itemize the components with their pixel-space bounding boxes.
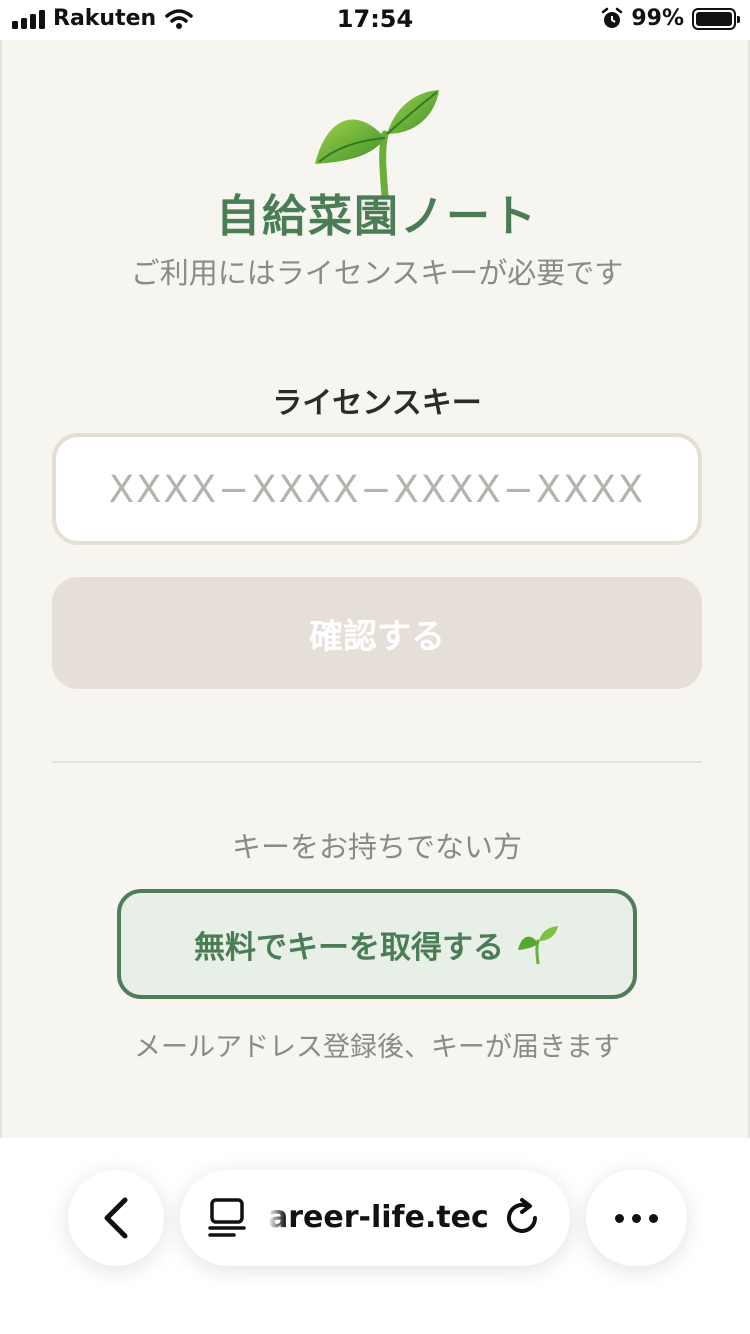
no-key-prompt: キーをお持ちでない方 [231,830,522,864]
reload-icon[interactable] [502,1198,542,1238]
subtitle: ご利用にはライセンスキーが必要です [130,256,624,290]
browser-toolbar: areer-life.tech [0,1138,750,1334]
confirm-button[interactable]: 確認する [52,577,702,689]
more-icon [615,1213,624,1223]
battery-fill [696,11,732,26]
back-icon [104,1197,128,1239]
tab-icon [208,1198,246,1237]
battery-percent: 99% [631,6,684,31]
back-button[interactable] [68,1170,164,1266]
get-free-key-button[interactable]: 無料でキーを取得する [117,889,637,999]
url-text: areer-life.tech [268,1200,488,1235]
alarm-icon [602,7,623,28]
app-title: 自給菜園ノート [216,191,538,242]
sprout-icon [518,926,558,964]
license-page: 自給菜園ノート ご利用にはライセンスキーが必要です ライセンスキー 確認する キ… [0,40,750,1138]
address-bar[interactable]: areer-life.tech [180,1170,570,1266]
email-note: メールアドレス登録後、キーが届きます [134,1032,620,1063]
get-free-key-label: 無料でキーを取得する [194,929,504,966]
license-key-input[interactable] [52,433,702,545]
battery-icon [692,7,740,30]
divider [52,761,702,763]
more-button[interactable] [586,1170,687,1266]
license-key-label: ライセンスキー [272,386,482,421]
status-right: 99% [601,6,740,31]
status-bar: Rakuten 17:54 99% [0,0,750,40]
screen: Rakuten 17:54 99% 自給菜園ノート ご利用にはライセンスキーが必… [0,0,750,1334]
